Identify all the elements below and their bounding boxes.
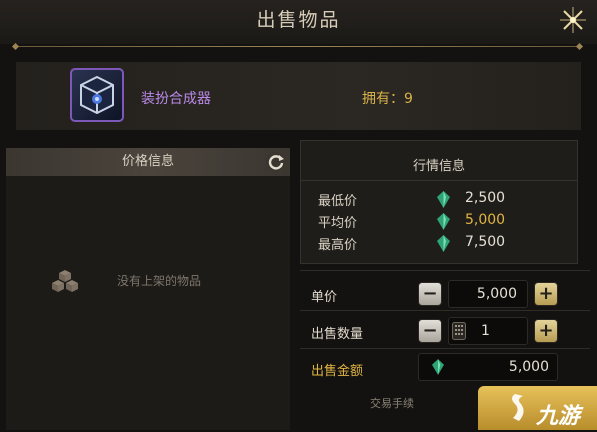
max-price-label: 最高价 [318, 238, 358, 253]
empty-message: 没有上架的物品 [117, 274, 202, 288]
plus-icon: + [538, 283, 554, 304]
row-divider [300, 270, 590, 271]
gem-icon [437, 213, 450, 230]
cube-icon [80, 75, 114, 115]
item-icon[interactable] [70, 68, 124, 122]
quantity-decrease-button[interactable]: − [418, 319, 442, 343]
minus-icon: − [422, 320, 438, 341]
keypad-icon[interactable] [452, 322, 466, 340]
market-divider [300, 180, 578, 181]
minus-icon: − [422, 283, 438, 304]
total-label: 出售金额 [311, 364, 364, 379]
price-panel [6, 148, 290, 430]
avg-price-label: 平均价 [318, 216, 358, 231]
unit-price-decrease-button[interactable]: − [418, 282, 442, 306]
quantity-label: 出售数量 [311, 327, 364, 342]
unit-price-input[interactable]: 5,000 [448, 280, 528, 308]
empty-box-icon [52, 268, 78, 294]
window-title: 出售物品 [256, 9, 341, 31]
gem-icon [437, 235, 450, 252]
item-name: 装扮合成器 [141, 91, 211, 107]
max-price-value: 7,500 [465, 234, 506, 250]
refresh-icon [266, 152, 286, 172]
gem-icon [432, 359, 444, 375]
title-divider [16, 46, 581, 47]
row-divider [300, 348, 590, 349]
divider-ornament [575, 42, 584, 51]
close-icon [560, 7, 586, 33]
unit-price-label: 单价 [311, 290, 338, 305]
watermark-text: 九游 [536, 404, 581, 429]
avg-price-value: 5,000 [465, 212, 506, 228]
gem-icon [437, 191, 450, 208]
min-price-value: 2,500 [465, 190, 506, 206]
owned-count: 拥有：9 [362, 91, 413, 107]
market-title: 行情信息 [412, 159, 465, 174]
close-button[interactable] [557, 4, 589, 36]
plus-icon: + [538, 320, 554, 341]
row-divider [300, 310, 590, 311]
price-panel-title: 价格信息 [121, 154, 174, 169]
fee-text: 交易手续 [370, 397, 414, 410]
min-price-label: 最低价 [318, 194, 358, 209]
unit-price-increase-button[interactable]: + [534, 282, 558, 306]
divider-ornament [11, 42, 20, 51]
refresh-button[interactable] [265, 151, 287, 173]
quantity-increase-button[interactable]: + [534, 319, 558, 343]
